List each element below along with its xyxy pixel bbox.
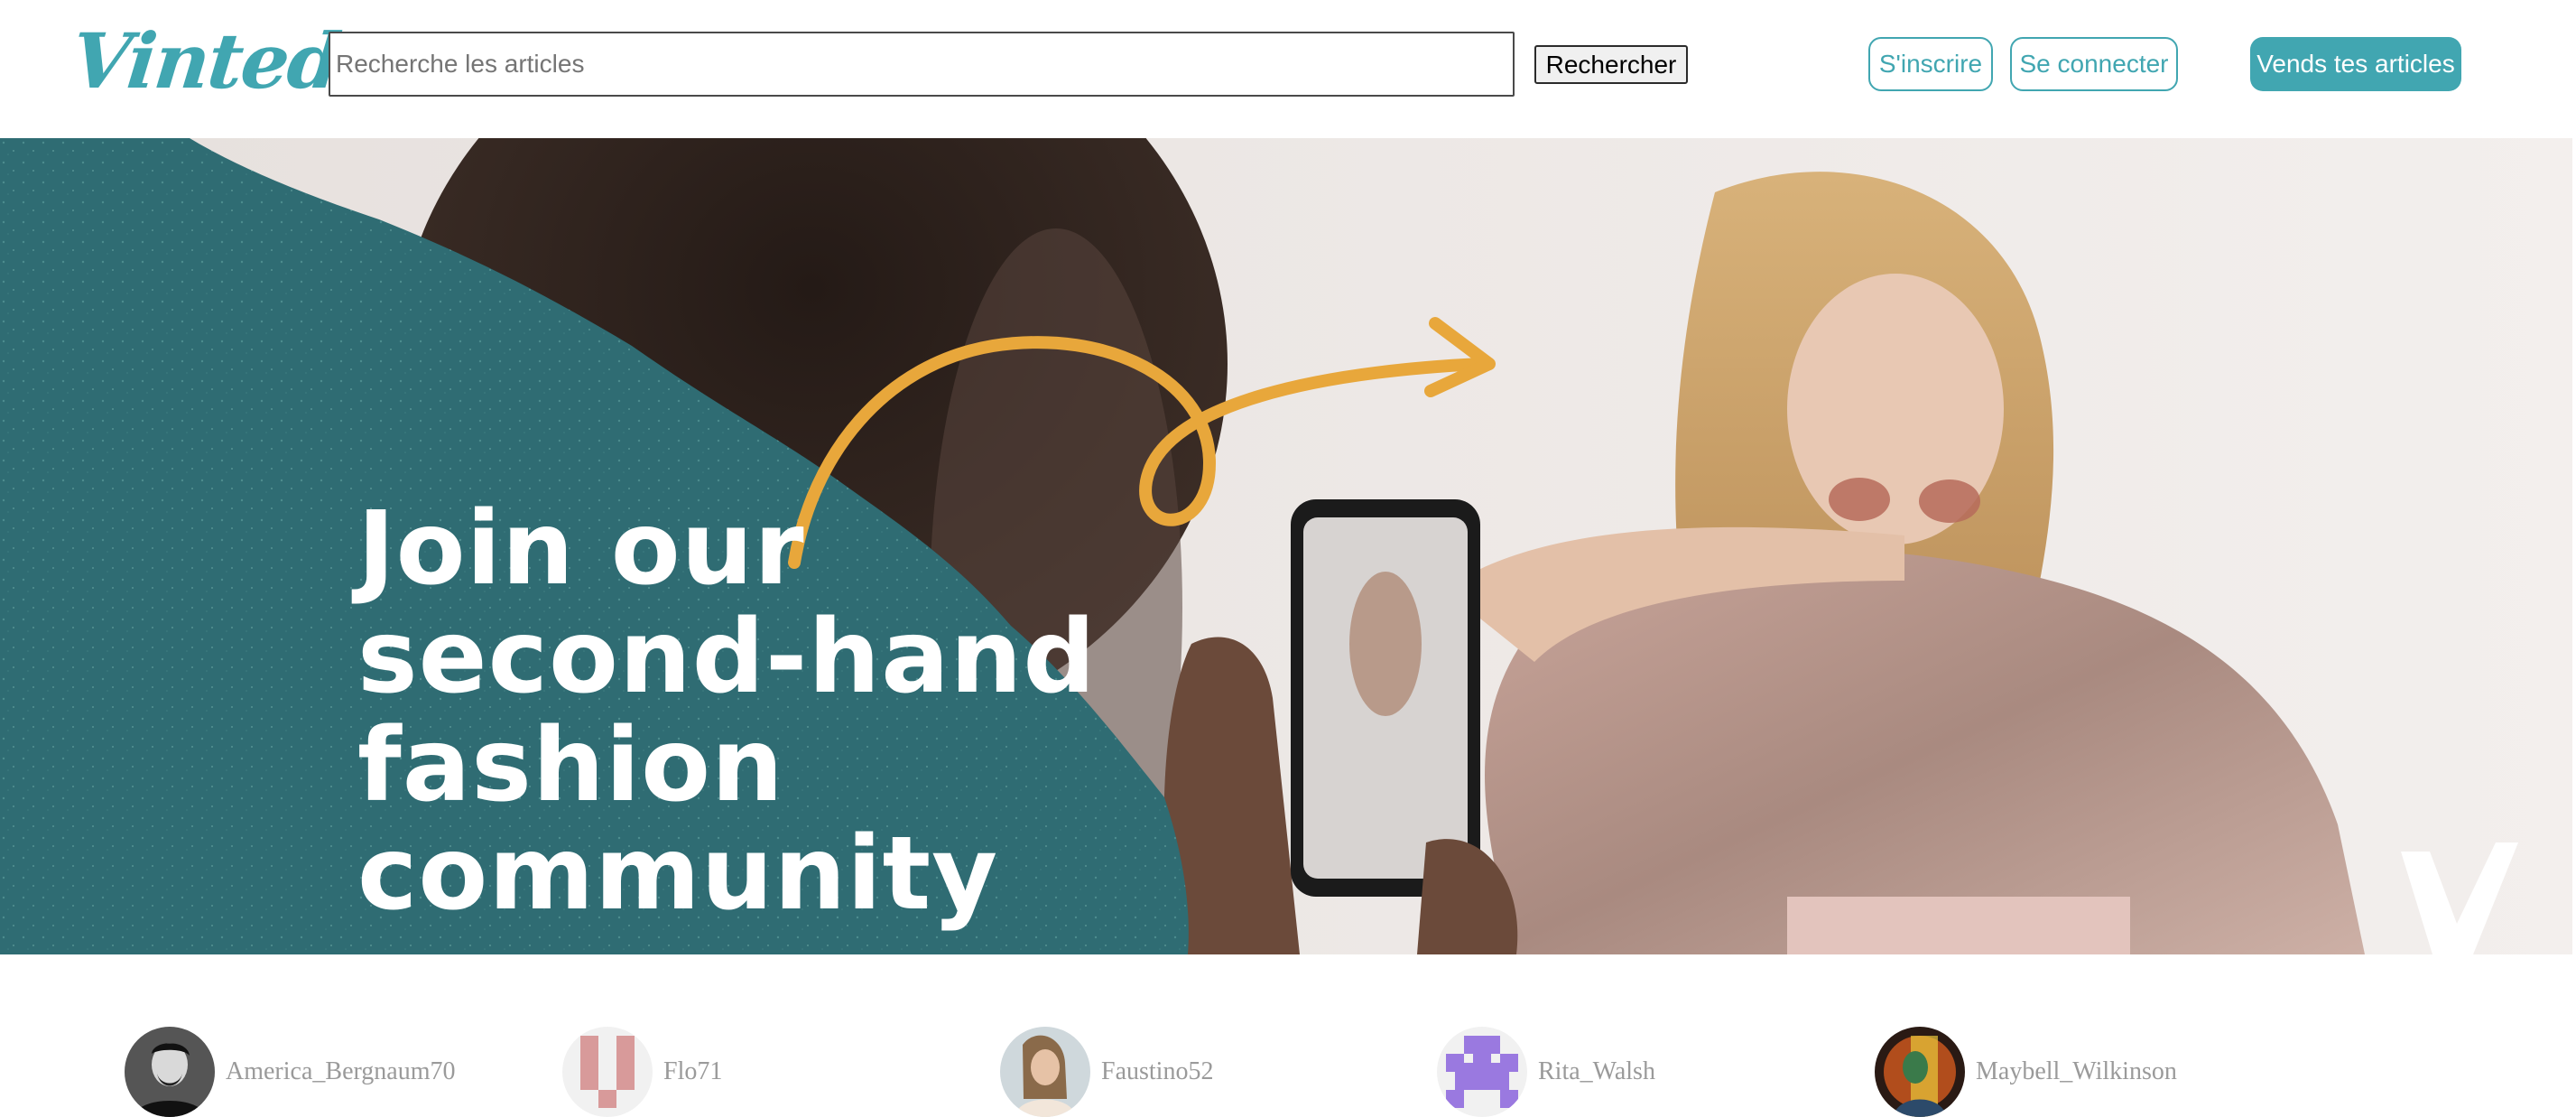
login-button[interactable]: Se connecter [2010,37,2178,91]
signup-button[interactable]: S'inscrire [1868,37,1993,91]
member-username[interactable]: Flo71 [663,1057,722,1086]
avatar[interactable] [562,1027,653,1117]
member-item[interactable]: Flo71 [562,1027,722,1117]
hero-headline-line: Join our [357,490,805,608]
member-username[interactable]: Maybell_Wilkinson [1976,1057,2177,1086]
hero-banner[interactable]: Join our second-hand fashion community [0,138,2572,954]
avatar[interactable] [1875,1027,1965,1117]
member-item[interactable]: Maybell_Wilkinson [1875,1027,2177,1117]
member-username[interactable]: America_Bergnaum70 [226,1057,456,1086]
hero-headline-line: community [357,815,999,933]
search-button[interactable]: Rechercher [1534,45,1688,84]
sell-items-button[interactable]: Vends tes articles [2250,37,2461,91]
member-username[interactable]: Rita_Walsh [1538,1057,1655,1086]
top-header: Vinted Rechercher S'inscrire Se connecte… [0,0,2576,138]
hero-headline-line: fashion [357,707,784,824]
avatar[interactable] [125,1027,215,1117]
avatar[interactable] [1000,1027,1090,1117]
member-item[interactable]: Rita_Walsh [1437,1027,1655,1117]
search-input[interactable] [329,32,1515,97]
avatar[interactable] [1437,1027,1527,1117]
member-username[interactable]: Faustino52 [1101,1057,1213,1086]
hero-headline-line: second-hand [357,599,1097,716]
member-item[interactable]: Faustino52 [1000,1027,1213,1117]
vinted-logo[interactable]: Vinted [68,16,344,106]
member-item[interactable]: America_Bergnaum70 [125,1027,456,1117]
hero-headline: Join our second-hand fashion community [357,495,1098,928]
featured-members: America_Bergnaum70 Flo71 Faustino52 Rita… [0,954,2576,1117]
